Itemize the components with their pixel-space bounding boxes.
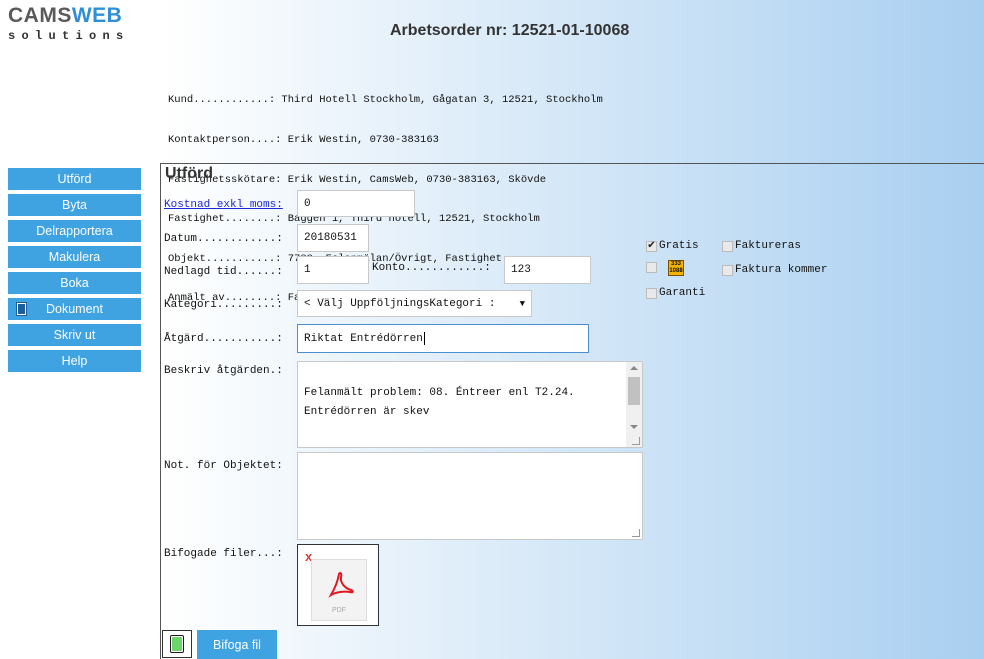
- document-icon: [16, 302, 27, 316]
- sidebar-item-makulera[interactable]: Makulera: [8, 246, 141, 268]
- logo-part1: CAMS: [8, 4, 72, 27]
- section-title: Utförd: [165, 165, 213, 182]
- chevron-down-icon: ▼: [519, 298, 525, 309]
- note-label: Not. för Objektet:: [164, 460, 283, 472]
- sidebar-item-label: Makulera: [48, 250, 101, 264]
- sidebar-item-byta[interactable]: Byta: [8, 194, 141, 216]
- account-input[interactable]: 123: [504, 256, 591, 284]
- checkbox-box: [646, 262, 657, 273]
- info-customer: Kund............: Third Hotell Stockholm…: [168, 94, 603, 107]
- delete-button[interactable]: [162, 630, 192, 658]
- faktureras-label: Faktureras: [735, 240, 802, 252]
- logo-part2: WEB: [71, 4, 123, 27]
- time-input[interactable]: 1: [297, 256, 369, 284]
- sidebar-item-dokument[interactable]: Dokument: [8, 298, 141, 320]
- info-contact: Kontaktperson....: Erik Westin, 0730-383…: [168, 134, 439, 147]
- action-label: Åtgärd...........:: [164, 333, 283, 345]
- category-selected-value: < Välj UppföljningsKategori :: [304, 297, 496, 310]
- time-label: Nedlagd tid......:: [164, 266, 283, 278]
- resize-handle-icon[interactable]: [632, 437, 640, 445]
- checkbox-box: [722, 240, 733, 252]
- scroll-thumb[interactable]: [628, 377, 640, 405]
- garanti-label: Garanti: [659, 287, 706, 299]
- scroll-up-icon[interactable]: [630, 366, 638, 370]
- cost-input[interactable]: 0: [297, 190, 415, 217]
- logo-sub: solutions: [8, 29, 130, 43]
- check-icon: ✔: [646, 240, 657, 252]
- cost-link[interactable]: Kostnad exkl moms:: [164, 199, 283, 211]
- sidebar-item-help[interactable]: Help: [8, 350, 141, 372]
- action-input[interactable]: Riktat Entrédörren: [297, 324, 589, 353]
- gratis-checkbox[interactable]: ✔ Gratis: [646, 240, 699, 252]
- category-label: Kategori.........:: [164, 299, 283, 311]
- describe-label: Beskriv åtgärden.:: [164, 365, 283, 377]
- sidebar-item-label: Dokument: [46, 302, 103, 316]
- acrobat-icon: [328, 572, 354, 598]
- describe-text: Felanmält problem: 08. Éntreer enl T2.24…: [304, 387, 575, 418]
- faktureras-checkbox[interactable]: Faktureras: [722, 240, 801, 252]
- date-input[interactable]: 20180531: [297, 224, 369, 252]
- date-label: Datum............:: [164, 233, 283, 245]
- garanti-checkbox[interactable]: Garanti: [646, 287, 705, 299]
- text-caret: [423, 332, 425, 345]
- sidebar-item-utford[interactable]: Utförd: [8, 168, 141, 190]
- badge-checkbox[interactable]: [646, 262, 659, 273]
- faktura-kommer-checkbox[interactable]: Faktura kommer: [722, 264, 827, 276]
- gratis-label: Gratis: [659, 240, 699, 252]
- faktura-kommer-label: Faktura kommer: [735, 264, 828, 276]
- scroll-down-icon[interactable]: [630, 425, 638, 429]
- sidebar-item-delrapportera[interactable]: Delrapportera: [8, 220, 141, 242]
- attachment-thumbnail[interactable]: x PDF: [297, 544, 379, 626]
- account-label: Konto............:: [372, 262, 491, 274]
- sidebar: Utförd Byta Delrapportera Makulera Boka …: [8, 168, 141, 376]
- attach-file-button[interactable]: Bifoga fil: [197, 630, 277, 659]
- describe-textarea[interactable]: Felanmält problem: 08. Éntreer enl T2.24…: [297, 361, 643, 448]
- files-label: Bifogade filer...:: [164, 548, 283, 560]
- textarea-scrollbar[interactable]: [626, 362, 642, 447]
- sidebar-item-boka[interactable]: Boka: [8, 272, 141, 294]
- resize-handle-icon[interactable]: [632, 529, 640, 537]
- sidebar-item-label: Delrapportera: [36, 224, 113, 238]
- sidebar-item-label: Help: [61, 354, 88, 368]
- note-textarea[interactable]: [297, 452, 643, 540]
- page-title: Arbetsorder nr: 12521-01-10068: [390, 22, 630, 39]
- sidebar-item-label: Byta: [61, 198, 87, 212]
- cost-label: Kostnad exkl moms:: [164, 199, 283, 211]
- trash-icon: [170, 635, 184, 653]
- checkbox-box: [722, 264, 733, 276]
- pdf-file-icon: PDF: [311, 559, 367, 621]
- checkbox-box: [646, 287, 657, 299]
- action-input-value: Riktat Entrédörren: [304, 332, 423, 345]
- category-select[interactable]: < Välj UppföljningsKategori : ▼: [297, 290, 532, 317]
- sidebar-item-label: Boka: [60, 276, 89, 290]
- sidebar-item-label: Utförd: [57, 172, 92, 186]
- sidebar-item-skriv-ut[interactable]: Skriv ut: [8, 324, 141, 346]
- sidebar-item-label: Skriv ut: [53, 328, 96, 342]
- invoice-badge-icon: 333 1088: [668, 260, 684, 276]
- file-type-label: PDF: [332, 607, 346, 614]
- camsweb-logo: CAMSWEB solutions: [8, 5, 158, 53]
